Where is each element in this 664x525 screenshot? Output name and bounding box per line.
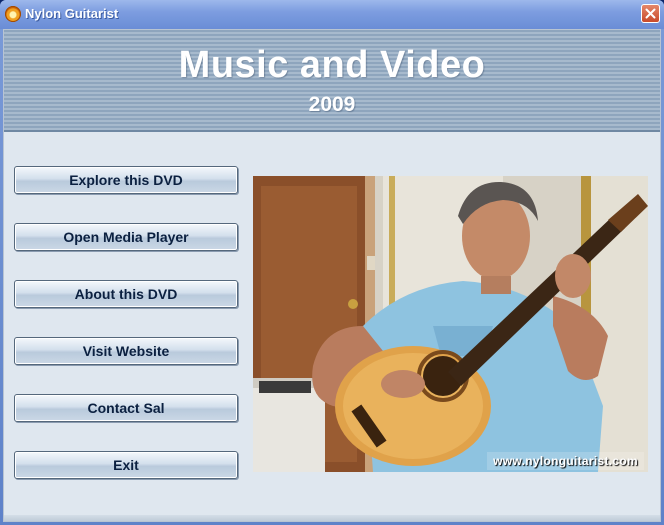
- header-banner: Music and Video 2009: [4, 30, 660, 132]
- title-bar[interactable]: Nylon Guitarist: [0, 0, 664, 29]
- bottom-edge: [4, 515, 660, 521]
- guitarist-photo: www.nylonguitarist.com: [253, 176, 648, 472]
- open-media-player-button[interactable]: Open Media Player: [14, 223, 238, 251]
- about-dvd-button[interactable]: About this DVD: [14, 280, 238, 308]
- close-button[interactable]: [641, 4, 660, 23]
- guitarist-illustration: [253, 176, 648, 472]
- app-window: Nylon Guitarist Music and Video 2009 Exp…: [0, 0, 664, 525]
- page-subtitle: 2009: [308, 93, 356, 116]
- visit-website-button[interactable]: Visit Website: [14, 337, 238, 365]
- window-title: Nylon Guitarist: [25, 6, 119, 21]
- explore-dvd-button[interactable]: Explore this DVD: [14, 166, 238, 194]
- close-icon: [645, 8, 656, 19]
- exit-button[interactable]: Exit: [14, 451, 238, 479]
- website-watermark: www.nylonguitarist.com: [487, 452, 644, 470]
- client-area: Music and Video 2009 Explore this DVD Op…: [3, 29, 661, 522]
- page-title: Music and Video: [178, 44, 486, 86]
- contact-sal-button[interactable]: Contact Sal: [14, 394, 238, 422]
- guitar-app-icon: [5, 6, 21, 22]
